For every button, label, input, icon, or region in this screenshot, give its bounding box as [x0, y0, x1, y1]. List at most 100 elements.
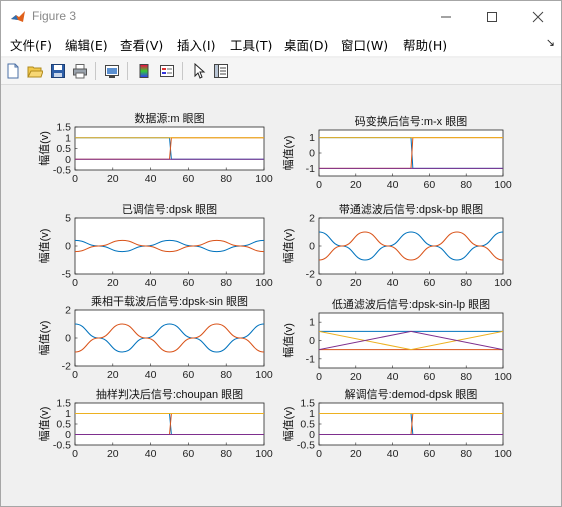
axes-box	[318, 312, 504, 369]
x-tick-label: 40	[387, 179, 399, 191]
x-tick-label: 0	[72, 173, 78, 185]
y-tick-label: 1.5	[300, 398, 315, 410]
x-tick-label: 40	[145, 369, 157, 381]
x-tick-label: 80	[460, 371, 472, 383]
subplot-6[interactable]: 低通滤波后信号:dpsk-sin-lp 眼图幅值(v) 0 20 40 60 80 100 -…	[282, 298, 512, 383]
menu-edit[interactable]: 编辑(E)	[65, 35, 108, 54]
open-file-icon	[27, 66, 43, 78]
toolbar-separator	[95, 62, 96, 80]
subplot-title: 低通滤波后信号:dpsk-sin-lp 眼图	[332, 298, 490, 311]
x-tick-label: 60	[424, 448, 436, 460]
x-tick-label: 100	[494, 179, 512, 191]
new-figure-icon	[7, 63, 19, 79]
y-tick-label: 1	[65, 132, 71, 144]
dock-arrow-icon[interactable]: ↘	[546, 36, 555, 49]
x-tick-label: 80	[220, 448, 232, 460]
y-tick-label: 0	[65, 154, 71, 166]
axes-box	[318, 402, 504, 446]
property-inspector-button[interactable]	[212, 62, 230, 80]
figure-canvas[interactable]: 数据源:m 眼图 幅值(v) 0 20 40 60 80 100 -0.5 0 0.5 1 1.5 码变换…	[2, 86, 560, 504]
subplot-4[interactable]: 带通滤波后信号:dpsk-bp 眼图幅值(v)0 20 40 60 80 100-202	[282, 203, 512, 289]
menu-tools[interactable]: 工具(T)	[230, 35, 272, 54]
x-tick-label: 0	[316, 371, 322, 383]
y-tick-label: 0	[65, 241, 71, 253]
x-tick-label: 20	[350, 179, 362, 191]
x-tick-label: 100	[255, 173, 273, 185]
maximize-button[interactable]	[469, 1, 515, 32]
y-tick-label: 2	[65, 305, 71, 317]
close-button[interactable]	[515, 1, 561, 32]
minimize-button[interactable]	[423, 1, 469, 32]
property-inspector-icon	[214, 64, 228, 78]
x-tick-label: 60	[424, 179, 436, 191]
y-tick-label: -1	[306, 163, 315, 175]
y-axis-label: 幅值(v)	[282, 136, 295, 171]
save-button[interactable]	[49, 62, 67, 80]
x-tick-label: 100	[255, 369, 273, 381]
subplot-2[interactable]: 码变换后信号:m-x 眼图幅值(v)0 20 40 60 80 100-101	[282, 114, 512, 191]
y-axis-label: 幅值(v)	[282, 229, 295, 264]
insert-legend-button[interactable]	[158, 62, 176, 80]
title-bar[interactable]: Figure 3	[1, 1, 561, 32]
x-tick-label: 100	[255, 448, 273, 460]
y-tick-label: 0	[65, 429, 71, 441]
x-tick-label: 80	[460, 179, 472, 191]
x-tick-label: 60	[424, 277, 436, 289]
x-tick-label: 100	[255, 277, 273, 289]
y-tick-label: -0.5	[53, 440, 71, 452]
open-file-button[interactable]	[26, 62, 44, 80]
menu-bar: 文件(F) 编辑(E) 查看(V) 插入(I) 工具(T) 桌面(D) 窗口(W…	[1, 32, 561, 56]
y-tick-label: 1	[309, 132, 315, 144]
insert-colorbar-icon	[139, 64, 149, 78]
x-tick-label: 60	[183, 277, 195, 289]
menu-desktop[interactable]: 桌面(D)	[284, 35, 328, 54]
subplot-8[interactable]: 解调信号:demod-dpsk 眼图幅值(v)0 20 40 60 80 100-0.50…	[282, 387, 512, 460]
y-tick-label: 0.5	[56, 143, 71, 155]
x-tick-label: 40	[145, 448, 157, 460]
x-tick-label: 60	[183, 448, 195, 460]
new-figure-button[interactable]	[4, 62, 22, 80]
y-tick-label: 5	[65, 213, 71, 225]
menu-view[interactable]: 查看(V)	[120, 35, 163, 54]
x-tick-label: 100	[494, 371, 512, 383]
toolbar-separator	[127, 62, 128, 80]
edit-plot-button[interactable]	[190, 62, 208, 80]
x-tick-label: 40	[387, 371, 399, 383]
x-tick-label: 40	[145, 173, 157, 185]
subplot-7[interactable]: 抽样判决后信号:choupan 眼图幅值(v)0 20 40 60 80 100-0.50…	[38, 387, 273, 460]
subplots-svg: 数据源:m 眼图幅值(v)0 20 40 60 80 100-0.500.511.5 码变换…	[38, 111, 512, 460]
x-tick-label: 0	[72, 277, 78, 289]
link-plot-button[interactable]	[103, 62, 121, 80]
subplot-title: 乘相干载波后信号:dpsk-sin 眼图	[91, 295, 248, 308]
menu-insert[interactable]: 插入(I)	[177, 35, 215, 54]
print-button[interactable]	[71, 62, 89, 80]
x-tick-label: 80	[220, 277, 232, 289]
y-tick-label: 2	[309, 213, 315, 225]
insert-legend-icon	[160, 65, 174, 77]
x-tick-label: 40	[387, 448, 399, 460]
x-tick-label: 80	[460, 448, 472, 460]
subplot-5[interactable]: 乘相干载波后信号:dpsk-sin 眼图幅值(v)0 20 40 60 80 100-20…	[38, 295, 273, 381]
y-tick-label: 0	[309, 241, 315, 253]
y-tick-label: 1.5	[56, 398, 71, 410]
menu-window[interactable]: 窗口(W)	[341, 35, 388, 54]
x-tick-label: 60	[183, 173, 195, 185]
menu-file[interactable]: 文件(F)	[10, 35, 52, 54]
x-tick-label: 100	[494, 448, 512, 460]
subplot-3[interactable]: 已调信号:dpsk 眼图幅值(v)0 20 40 60 80 100-505	[38, 203, 273, 289]
menu-help[interactable]: 帮助(H)	[403, 35, 447, 54]
y-tick-label: -2	[62, 361, 71, 373]
y-tick-label: 1.5	[56, 122, 71, 134]
subplot-1[interactable]: 数据源:m 眼图幅值(v)0 20 40 60 80 100-0.500.511.5	[38, 111, 273, 185]
x-tick-label: 20	[350, 371, 362, 383]
y-tick-label: 0.5	[300, 419, 315, 431]
y-axis-label: 幅值(v)	[282, 323, 295, 358]
subplot-title: 抽样判决后信号:choupan 眼图	[96, 387, 243, 401]
y-tick-label: 1	[309, 408, 315, 420]
y-tick-label: 1	[65, 408, 71, 420]
figure-window: Figure 3 文件(F) 编辑(E) 查看(V) 插入(I) 工具(T) 桌…	[0, 0, 562, 507]
x-tick-label: 80	[460, 277, 472, 289]
x-tick-label: 20	[107, 448, 119, 460]
insert-colorbar-button[interactable]	[135, 62, 153, 80]
x-tick-label: 60	[424, 371, 436, 383]
